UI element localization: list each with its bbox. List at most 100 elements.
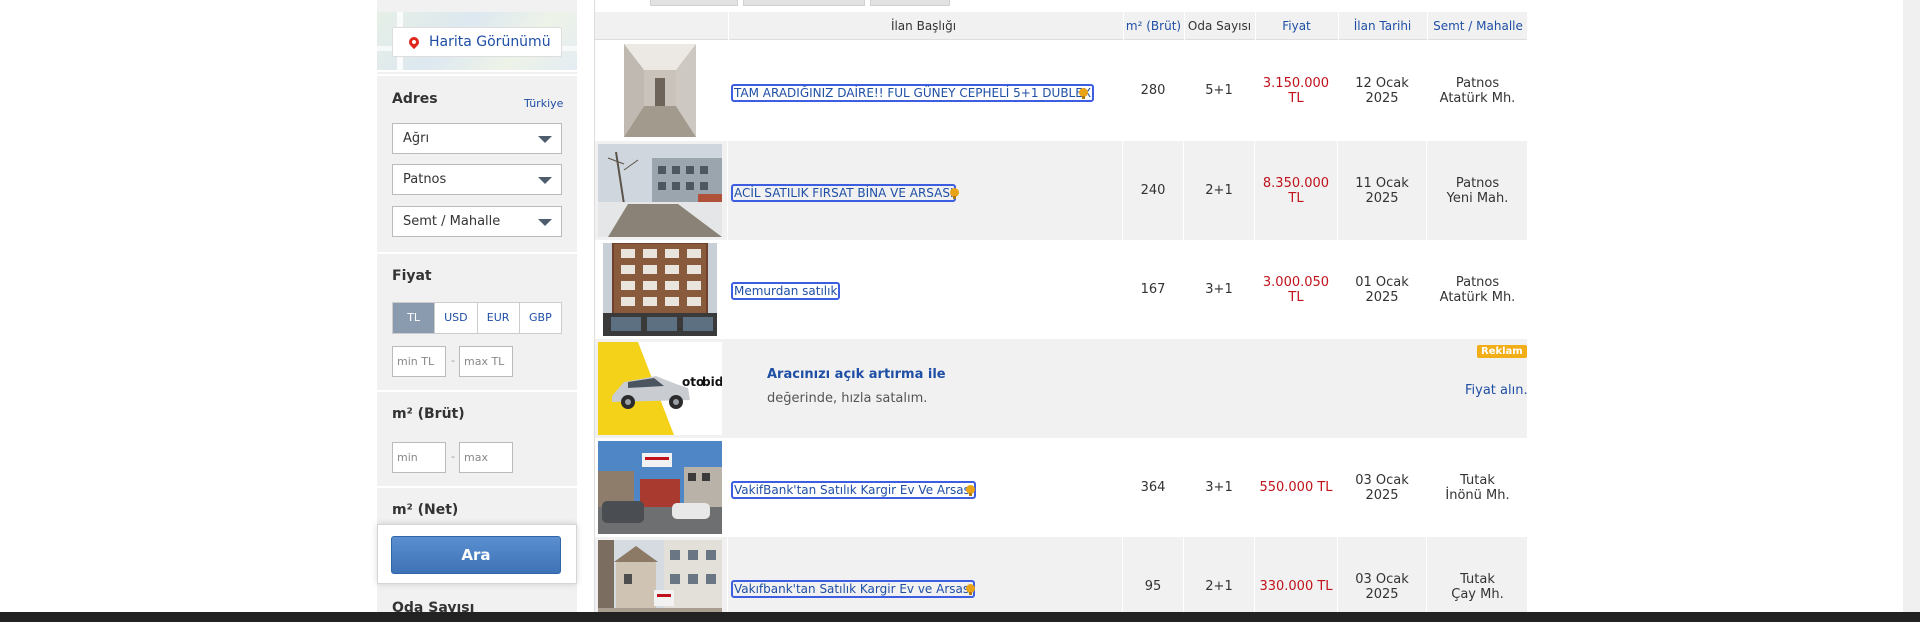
location-neighborhood: Atatürk Mh. [1439, 90, 1516, 106]
view-tab[interactable] [870, 0, 950, 6]
price-cell: 3.000.050 TL [1262, 274, 1330, 305]
map-pin-icon [406, 34, 422, 50]
results-table: İlan Başlığı m² (Brüt) Oda Sayısı Fiyat … [594, 0, 1527, 622]
table-row[interactable]: Vakıfbank'tan Satılık Kargir Ev ve Arsas… [595, 537, 1527, 622]
price-cell: 8.350.000 TL [1262, 175, 1330, 206]
net-area-title: m² (Net) [392, 502, 459, 518]
svg-text:bid: bid [702, 375, 722, 389]
header-price[interactable]: Fiyat [1255, 12, 1337, 40]
max-price-input[interactable]: max TL [459, 346, 513, 377]
table-row[interactable]: Memurdan satılık 167 3+1 3.000.050 TL 01… [595, 240, 1527, 339]
date-year: 2025 [1365, 487, 1399, 503]
search-panel: Ara [377, 524, 577, 584]
listing-title-link[interactable]: Memurdan satılık [731, 282, 841, 300]
map-preview[interactable]: Harita Görünümü [377, 12, 577, 72]
location-cell: Tutak Çay Mh. [1427, 537, 1527, 622]
province-select[interactable]: Ağrı [392, 123, 562, 154]
location-city: Tutak [1460, 571, 1495, 587]
ad-cta-link[interactable]: Fiyat alın. [1465, 383, 1527, 398]
map-view-text: Harita Görünümü [429, 34, 551, 50]
gross-area-title: m² (Brüt) [392, 406, 465, 422]
address-title: Adres [392, 91, 438, 107]
price-separator: - [451, 354, 455, 367]
date-day: 01 Ocak [1355, 274, 1409, 290]
location-neighborhood: Çay Mh. [1451, 586, 1504, 602]
rooms-cell: 5+1 [1205, 83, 1233, 98]
chevron-down-icon [538, 219, 552, 226]
date-cell: 12 Ocak 2025 [1338, 41, 1426, 140]
listing-thumbnail[interactable] [598, 144, 722, 237]
ad-image[interactable]: oto bid [598, 342, 722, 435]
district-select[interactable]: Patnos [392, 164, 562, 195]
rooms-cell: 2+1 [1205, 183, 1233, 198]
bottom-bar [0, 612, 1920, 622]
rooms-cell: 3+1 [1205, 480, 1233, 495]
price-title: Fiyat [392, 268, 432, 284]
search-button[interactable]: Ara [391, 536, 561, 574]
bulb-icon [966, 485, 975, 496]
location-cell: Patnos Atatürk Mh. [1427, 41, 1527, 140]
area-cell: 240 [1140, 183, 1166, 198]
header-area[interactable]: m² (Brüt) [1123, 12, 1183, 40]
date-cell: 03 Ocak 2025 [1338, 537, 1426, 622]
price-cell: 3.150.000 TL [1262, 75, 1330, 106]
view-tab[interactable] [650, 0, 738, 6]
table-row[interactable]: VakifBank'tan Satılık Kargir Ev Ve Arsas… [595, 438, 1527, 537]
ad-subtitle: değerinde, hızla satalım. [767, 391, 928, 406]
currency-usd[interactable]: USD [435, 303, 478, 333]
listing-title-link[interactable]: ACİL SATILIK FIRSAT BİNA VE ARSASI [731, 184, 957, 202]
district-value: Patnos [403, 172, 447, 187]
header-date[interactable]: İlan Tarihi [1338, 12, 1426, 40]
area-separator: - [451, 450, 455, 463]
location-neighborhood: Yeni Mah. [1446, 190, 1509, 206]
max-area-input[interactable]: max [459, 442, 513, 473]
date-day: 03 Ocak [1355, 571, 1409, 587]
viewport: Harita Görünümü Adres Türkiye Ağrı Patno… [0, 0, 1920, 622]
map-view-button[interactable]: Harita Görünümü [392, 27, 562, 57]
date-day: 12 Ocak [1355, 75, 1409, 91]
date-day: 11 Ocak [1355, 175, 1409, 191]
location-cell: Patnos Atatürk Mh. [1427, 240, 1527, 339]
location-neighborhood: İnönü Mh. [1445, 487, 1510, 503]
date-cell: 01 Ocak 2025 [1338, 240, 1426, 339]
view-tab[interactable] [743, 0, 865, 6]
listing-thumbnail[interactable] [624, 44, 696, 137]
location-neighborhood: Atatürk Mh. [1439, 289, 1516, 305]
table-header: İlan Başlığı m² (Brüt) Oda Sayısı Fiyat … [595, 12, 1527, 40]
area-cell: 364 [1140, 480, 1166, 495]
listing-thumbnail[interactable] [598, 540, 722, 622]
listing-title-link[interactable]: TAM ARADIĞINIZ DAİRE!! FUL GÜNEY CEPHELİ… [731, 84, 1095, 102]
table-row[interactable]: TAM ARADIĞINIZ DAİRE!! FUL GÜNEY CEPHELİ… [595, 41, 1527, 140]
currency-eur[interactable]: EUR [478, 303, 520, 333]
date-cell: 03 Ocak 2025 [1338, 438, 1426, 537]
province-value: Ağrı [403, 131, 430, 146]
ad-title[interactable]: Aracınızı açık artırma ile [767, 367, 946, 382]
rooms-cell: 2+1 [1205, 579, 1233, 594]
location-city: Patnos [1455, 175, 1500, 191]
svg-text:oto: oto [682, 375, 704, 389]
location-cell: Patnos Yeni Mah. [1427, 141, 1527, 240]
date-cell: 11 Ocak 2025 [1338, 141, 1426, 240]
date-year: 2025 [1365, 289, 1399, 305]
neighborhood-select[interactable]: Semt / Mahalle [392, 206, 562, 237]
date-year: 2025 [1365, 586, 1399, 602]
country-link[interactable]: Türkiye [524, 97, 563, 110]
min-price-input[interactable]: min TL [392, 346, 446, 377]
header-location: Semt / Mahalle [1427, 12, 1527, 40]
header-rooms: Oda Sayısı [1184, 12, 1254, 40]
ad-row[interactable]: oto bid Aracınızı açık artırma ile değer… [595, 339, 1527, 438]
currency-gbp[interactable]: GBP [520, 303, 561, 333]
listing-title-link[interactable]: VakifBank'tan Satılık Kargir Ev Ve Arsas… [731, 481, 977, 499]
date-year: 2025 [1365, 90, 1399, 106]
bulb-icon [950, 188, 959, 199]
listing-thumbnail[interactable] [598, 441, 722, 534]
price-cell: 550.000 TL [1259, 480, 1333, 495]
table-row[interactable]: ACİL SATILIK FIRSAT BİNA VE ARSASI 240 2… [595, 141, 1527, 240]
currency-tl[interactable]: TL [393, 303, 436, 333]
listing-thumbnail[interactable] [603, 243, 717, 336]
neighborhood-value: Semt / Mahalle [403, 214, 501, 229]
vertical-scrollbar[interactable] [1903, 0, 1920, 612]
min-area-input[interactable]: min [392, 442, 446, 473]
listing-title-link[interactable]: Vakıfbank'tan Satılık Kargir Ev ve Arsas… [731, 580, 976, 598]
currency-toggle: TL USD EUR GBP [392, 302, 562, 334]
